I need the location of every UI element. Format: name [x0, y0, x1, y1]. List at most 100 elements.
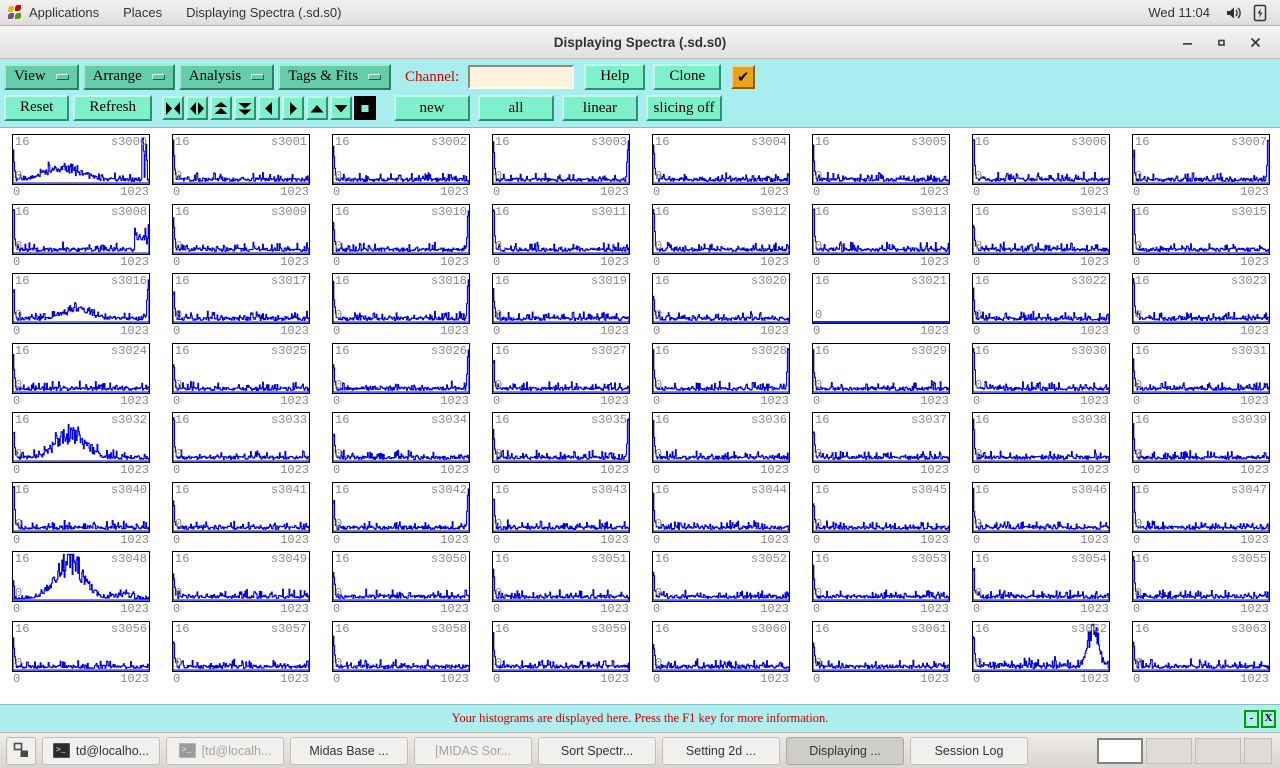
spectrum-panel[interactable]: 16s3051001023	[480, 549, 640, 619]
panel-window-title[interactable]: Displaying Spectra (.sd.s0)	[174, 0, 353, 26]
spectrum-plot[interactable]: 16s30390	[1132, 412, 1270, 463]
spectrum-plot[interactable]: 16s30020	[332, 134, 470, 185]
mode-all-button[interactable]: all	[478, 95, 554, 121]
spectrum-plot[interactable]: 16s30090	[172, 204, 310, 255]
status-minimize-button[interactable]: -	[1244, 710, 1259, 728]
channel-input[interactable]	[468, 65, 574, 89]
step-left-icon[interactable]	[258, 96, 280, 120]
window-close-button[interactable]	[1238, 28, 1272, 56]
help-button[interactable]: Help	[584, 64, 645, 90]
spectrum-plot[interactable]: 16s30050	[812, 134, 950, 185]
spectrum-plot[interactable]: 16s30430	[492, 482, 630, 533]
spectrum-panel[interactable]: 16s3030001023	[960, 341, 1120, 411]
spectrum-panel[interactable]: 16s3059001023	[480, 619, 640, 689]
spectrum-plot[interactable]: 16s30120	[652, 204, 790, 255]
spectrum-panel[interactable]: 16s3053001023	[800, 549, 960, 619]
spectrum-panel[interactable]: 16s3025001023	[160, 341, 320, 411]
spectrum-panel[interactable]: 16s3012001023	[640, 202, 800, 272]
spectrum-panel[interactable]: 16s3052001023	[640, 549, 800, 619]
spectrum-plot[interactable]: 16s30590	[492, 621, 630, 672]
mode-linear-button[interactable]: linear	[562, 95, 638, 121]
spectrum-panel[interactable]: 16s3028001023	[640, 341, 800, 411]
expand-down-icon[interactable]	[234, 96, 256, 120]
spectrum-panel[interactable]: 16s3003001023	[480, 132, 640, 202]
spectrum-panel[interactable]: 16s3044001023	[640, 480, 800, 550]
spectrum-panel[interactable]: 16s3036001023	[640, 410, 800, 480]
taskbar-item[interactable]: Midas Base ...	[290, 737, 408, 765]
taskbar-item[interactable]: Sort Spectr...	[538, 737, 656, 765]
spectrum-plot[interactable]: 16s30030	[492, 134, 630, 185]
spectrum-plot[interactable]: 16s30150	[1132, 204, 1270, 255]
spectrum-plot[interactable]: 16s30560	[12, 621, 150, 672]
spectrum-plot[interactable]: 16s30410	[172, 482, 310, 533]
spectrum-plot[interactable]: 16s30190	[492, 273, 630, 324]
spectrum-plot[interactable]: 16s30530	[812, 551, 950, 602]
menu-tags-and-fits[interactable]: Tags & Fits	[278, 64, 391, 90]
spectrum-plot[interactable]: 16s30300	[972, 343, 1110, 394]
spectrum-plot[interactable]: 16s30370	[812, 412, 950, 463]
taskbar-item[interactable]: >_[td@localh...	[166, 737, 284, 765]
spectrum-panel[interactable]: 16s3014001023	[960, 202, 1120, 272]
spectrum-plot[interactable]: 16s30080	[12, 204, 150, 255]
reset-button[interactable]: Reset	[4, 95, 69, 121]
stop-square-icon[interactable]	[354, 96, 376, 120]
spectrum-plot[interactable]: 16s30620	[972, 621, 1110, 672]
spectrum-plot[interactable]: 16s30320	[12, 412, 150, 463]
spectrum-panel[interactable]: 16s3038001023	[960, 410, 1120, 480]
spectrum-panel[interactable]: 16s3042001023	[320, 480, 480, 550]
spectrum-plot[interactable]: 16s30170	[172, 273, 310, 324]
workspace-2[interactable]	[1146, 738, 1192, 764]
menu-arrange[interactable]: Arrange	[83, 64, 175, 90]
spectrum-panel[interactable]: 16s3020001023	[640, 271, 800, 341]
toolbar-checkbox[interactable]: ✔	[731, 65, 755, 89]
spectrum-plot[interactable]: 16s30280	[652, 343, 790, 394]
spectrum-plot[interactable]: 16s30350	[492, 412, 630, 463]
spectrum-plot[interactable]: 16s30290	[812, 343, 950, 394]
window-minimize-button[interactable]	[1170, 28, 1204, 56]
spectrum-panel[interactable]: 16s3004001023	[640, 132, 800, 202]
spectrum-plot[interactable]: 16s30540	[972, 551, 1110, 602]
spectrum-panel[interactable]: 16s3050001023	[320, 549, 480, 619]
spectrum-panel[interactable]: 16s3008001023	[0, 202, 160, 272]
spectrum-panel[interactable]: 16s3029001023	[800, 341, 960, 411]
spectrum-plot[interactable]: 16s30610	[812, 621, 950, 672]
spectrum-plot[interactable]: 16s30330	[172, 412, 310, 463]
window-maximize-button[interactable]	[1204, 28, 1238, 56]
refresh-button[interactable]: Refresh	[73, 95, 152, 121]
spectrum-panel[interactable]: 16s3063001023	[1120, 619, 1280, 689]
workspace-3[interactable]	[1195, 738, 1241, 764]
taskbar-item[interactable]: [MIDAS Sor...	[414, 737, 532, 765]
spectrum-panel[interactable]: 16s3021001023	[800, 271, 960, 341]
spectrum-plot[interactable]: 16s30630	[1132, 621, 1270, 672]
spectrum-plot[interactable]: 16s30200	[652, 273, 790, 324]
menu-view[interactable]: View	[4, 64, 79, 90]
spectrum-plot[interactable]: 16s30210	[812, 273, 950, 324]
spectrum-panel[interactable]: 16s3054001023	[960, 549, 1120, 619]
step-up-icon[interactable]	[306, 96, 328, 120]
spectrum-panel[interactable]: 16s3057001023	[160, 619, 320, 689]
spectrum-plot[interactable]: 16s30130	[812, 204, 950, 255]
spectrum-plot[interactable]: 16s30140	[972, 204, 1110, 255]
spectrum-panel[interactable]: 16s3035001023	[480, 410, 640, 480]
workspace-4[interactable]	[1244, 738, 1272, 764]
spectrum-panel[interactable]: 16s3027001023	[480, 341, 640, 411]
step-right-icon[interactable]	[282, 96, 304, 120]
spectrum-plot[interactable]: 16s30340	[332, 412, 470, 463]
spectrum-plot[interactable]: 16s30250	[172, 343, 310, 394]
spectrum-plot[interactable]: 16s30500	[332, 551, 470, 602]
taskbar-item[interactable]: >_td@localho...	[42, 737, 160, 765]
spectrum-plot[interactable]: 16s30490	[172, 551, 310, 602]
spectrum-plot[interactable]: 16s30160	[12, 273, 150, 324]
spectrum-panel[interactable]: 16s3013001023	[800, 202, 960, 272]
spectrum-panel[interactable]: 16s3011001023	[480, 202, 640, 272]
spectrum-panel[interactable]: 16s3001001023	[160, 132, 320, 202]
spectrum-panel[interactable]: 16s3049001023	[160, 549, 320, 619]
spectrum-panel[interactable]: 16s3058001023	[320, 619, 480, 689]
spectrum-panel[interactable]: 16s3010001023	[320, 202, 480, 272]
window-titlebar[interactable]: Displaying Spectra (.sd.s0)	[0, 26, 1280, 59]
spectrum-plot[interactable]: 16s30180	[332, 273, 470, 324]
spectrum-plot[interactable]: 16s30230	[1132, 273, 1270, 324]
applications-menu[interactable]: Applications	[0, 0, 111, 26]
spectrum-panel[interactable]: 16s3041001023	[160, 480, 320, 550]
spectrum-panel[interactable]: 16s3018001023	[320, 271, 480, 341]
